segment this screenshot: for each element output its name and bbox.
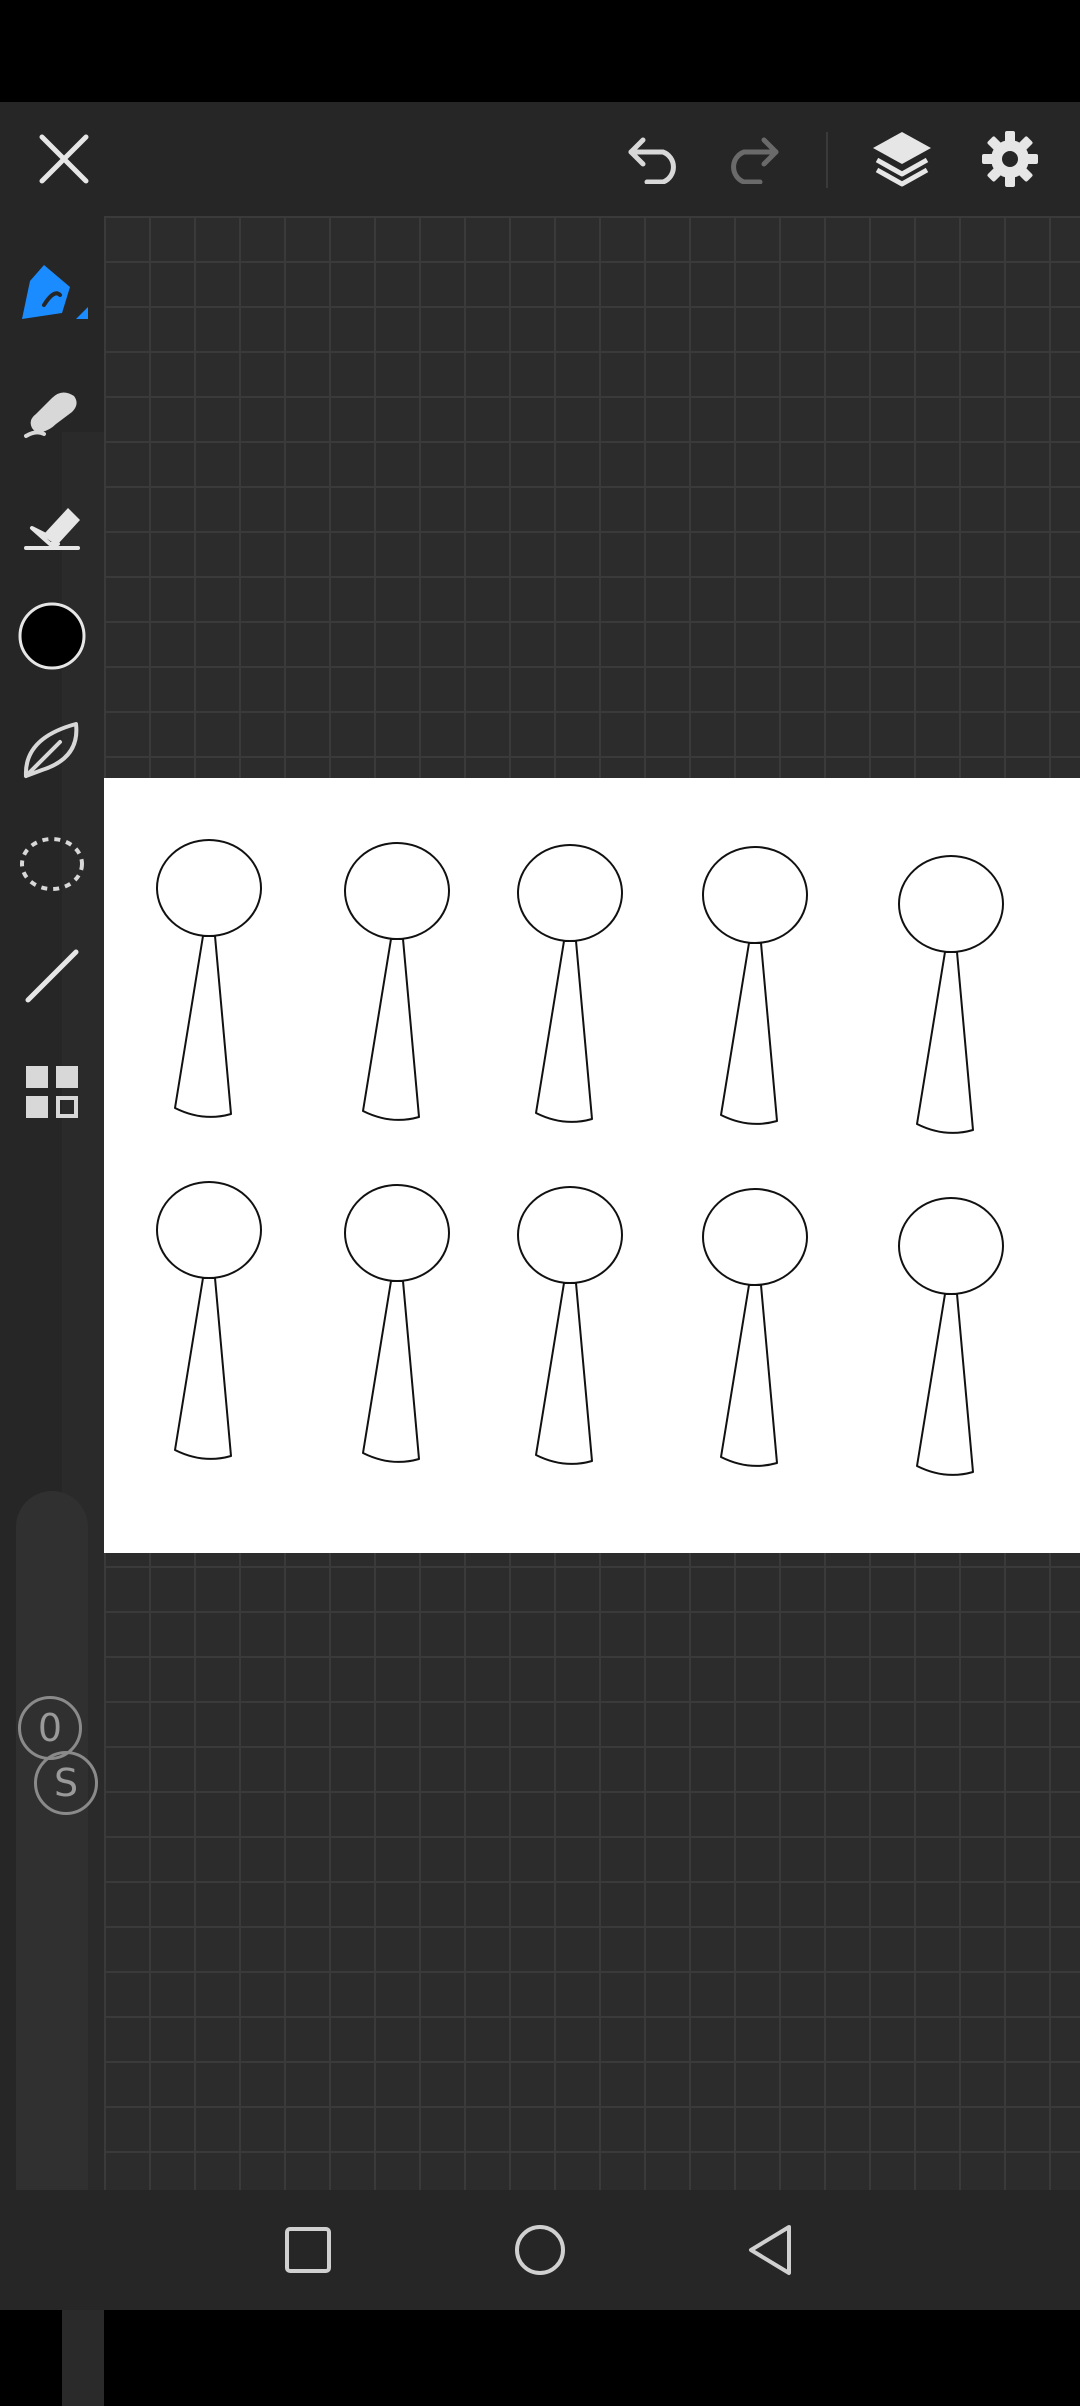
drawn-figure xyxy=(156,1181,262,1460)
drawn-figure xyxy=(517,844,623,1123)
line-tool-button[interactable] xyxy=(0,926,104,1026)
shape-fill-icon xyxy=(23,722,79,778)
navigation-bar xyxy=(0,2190,1080,2310)
toolbar-divider xyxy=(826,132,828,188)
undo-button[interactable] xyxy=(605,102,705,216)
brush-size-button[interactable]: S xyxy=(34,1751,98,1815)
undo-icon xyxy=(628,137,676,184)
eraser-icon xyxy=(24,508,80,550)
left-toolbar: S 0 xyxy=(0,216,104,2406)
home-button[interactable] xyxy=(480,2190,600,2310)
drawn-figure xyxy=(344,1184,450,1463)
smudge-tool-button[interactable] xyxy=(0,360,104,460)
eraser-button[interactable] xyxy=(0,472,104,572)
drawn-figure xyxy=(898,855,1004,1134)
drawn-figure xyxy=(898,1197,1004,1476)
back-button[interactable] xyxy=(710,2190,830,2310)
status-bar xyxy=(0,0,1080,102)
more-tools-icon xyxy=(26,1066,78,1118)
canvas-area[interactable] xyxy=(104,216,1080,2190)
settings-button[interactable] xyxy=(960,102,1060,216)
brush-slider-track[interactable]: S xyxy=(16,1491,98,2266)
lasso-select-icon xyxy=(20,837,84,891)
layers-button[interactable] xyxy=(852,102,952,216)
back-icon xyxy=(749,2225,791,2275)
settings-icon xyxy=(982,131,1038,187)
drawn-figure xyxy=(517,1186,623,1465)
more-tools-button[interactable] xyxy=(0,1042,104,1142)
color-swatch-button[interactable] xyxy=(0,586,104,686)
line-tool-icon xyxy=(25,949,79,1003)
drawn-figure xyxy=(344,842,450,1121)
redo-icon xyxy=(731,137,779,184)
pen-tool-icon xyxy=(22,265,88,319)
shape-fill-button[interactable] xyxy=(0,700,104,800)
drawn-figure xyxy=(702,1188,808,1467)
close-icon xyxy=(39,134,89,184)
drawn-figure xyxy=(702,846,808,1125)
lasso-select-button[interactable] xyxy=(0,814,104,914)
brush-size-label: S xyxy=(53,1761,79,1805)
top-toolbar xyxy=(0,102,1080,216)
pen-tool-button[interactable] xyxy=(0,244,104,344)
home-icon xyxy=(515,2225,565,2275)
color-swatch xyxy=(18,602,86,670)
recents-icon xyxy=(285,2227,331,2273)
brush-opacity-button[interactable]: 0 xyxy=(18,1696,82,1760)
drawing-paper[interactable] xyxy=(104,778,1080,1553)
brush-opacity-label: 0 xyxy=(37,1706,63,1750)
redo-button[interactable] xyxy=(702,102,802,216)
smudge-tool-icon xyxy=(24,392,77,438)
recents-button[interactable] xyxy=(248,2190,368,2310)
drawn-figure xyxy=(156,839,262,1118)
drawn-figures xyxy=(156,839,1004,1476)
close-button[interactable] xyxy=(14,102,114,216)
layers-icon xyxy=(873,132,931,187)
